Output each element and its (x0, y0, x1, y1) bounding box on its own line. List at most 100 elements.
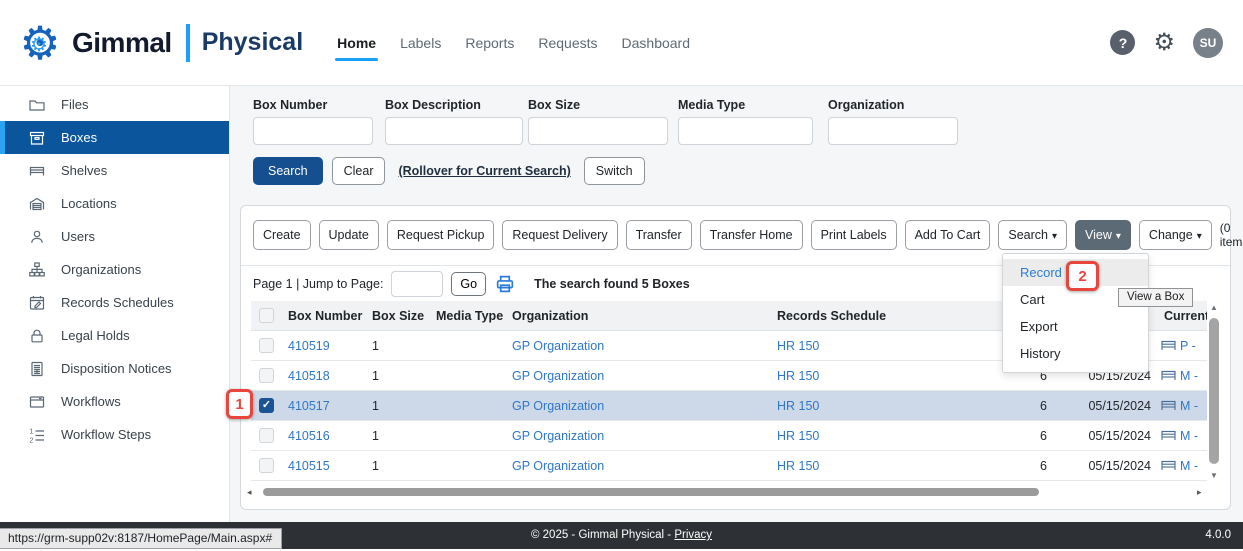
nav-requests[interactable]: Requests (538, 35, 597, 55)
records-schedule-link[interactable]: HR 150 (770, 399, 985, 413)
organization-input[interactable] (828, 117, 958, 145)
switch-button[interactable]: Switch (584, 157, 645, 185)
field-label-media-type: Media Type (678, 98, 813, 112)
sidebar-item-shelves[interactable]: Shelves (0, 154, 229, 187)
rollover-current-search-link[interactable]: (Rollover for Current Search) (398, 164, 570, 178)
scroll-right-icon[interactable]: ▸ (1197, 487, 1209, 498)
table-row[interactable]: 410516 1 GP Organization HR 150 6 05/15/… (251, 421, 1207, 451)
transfer-home-button[interactable]: Transfer Home (700, 220, 803, 250)
cart-link[interactable]: (0 items) (1220, 221, 1243, 249)
jump-to-page-input[interactable] (391, 271, 443, 297)
col-records-schedule[interactable]: Records Schedule (770, 309, 985, 323)
menu-item-export[interactable]: Export (1003, 313, 1148, 340)
svg-text:2: 2 (30, 437, 34, 444)
search-dropdown-button[interactable]: Search▾ (998, 220, 1067, 250)
box-size-cell: 1 (365, 369, 429, 383)
privacy-link[interactable]: Privacy (674, 529, 712, 541)
row-checkbox[interactable] (259, 338, 274, 353)
nav-dashboard[interactable]: Dashboard (622, 35, 691, 55)
organization-link[interactable]: GP Organization (505, 399, 770, 413)
print-icon[interactable] (494, 274, 516, 294)
clear-button[interactable]: Clear (332, 157, 386, 185)
shelf-location-icon (1161, 340, 1176, 351)
settings-gear-icon[interactable]: ⚙ (1153, 31, 1175, 55)
current-location-link[interactable]: M - (1180, 429, 1198, 443)
current-location-link[interactable]: P - (1180, 339, 1196, 353)
request-delivery-button[interactable]: Request Delivery (502, 220, 617, 250)
update-button[interactable]: Update (319, 220, 379, 250)
sidebar-item-locations[interactable]: Locations (0, 187, 229, 220)
scroll-left-icon[interactable]: ◂ (247, 487, 259, 498)
box-number-link[interactable]: 410515 (281, 459, 365, 473)
records-schedule-link[interactable]: HR 150 (770, 459, 985, 473)
menu-item-history[interactable]: History (1003, 340, 1148, 367)
box-icon (28, 129, 46, 147)
user-avatar[interactable]: SU (1193, 28, 1223, 58)
box-number-link[interactable]: 410518 (281, 369, 365, 383)
row-checkbox[interactable] (259, 458, 274, 473)
row-checkbox-checked[interactable]: ✓ (259, 398, 274, 413)
organization-link[interactable]: GP Organization (505, 369, 770, 383)
folder-icon (28, 96, 46, 114)
vertical-scrollbar[interactable]: ▲ ▼ (1207, 301, 1221, 486)
horizontal-scroll-thumb[interactable] (263, 488, 1039, 496)
nav-reports[interactable]: Reports (465, 35, 514, 55)
table-row[interactable]: 410515 1 GP Organization HR 150 6 05/15/… (251, 451, 1207, 481)
box-size-input[interactable] (528, 117, 668, 145)
go-button[interactable]: Go (451, 272, 486, 296)
add-to-cart-button[interactable]: Add To Cart (905, 220, 991, 250)
col-media-type[interactable]: Media Type (429, 309, 505, 323)
nav-labels[interactable]: Labels (400, 35, 441, 55)
organization-link[interactable]: GP Organization (505, 429, 770, 443)
sidebar-item-legal-holds[interactable]: Legal Holds (0, 319, 229, 352)
vertical-scroll-thumb[interactable] (1209, 318, 1219, 464)
box-number-link[interactable]: 410516 (281, 429, 365, 443)
change-dropdown-button[interactable]: Change▾ (1139, 220, 1212, 250)
main-nav: Home Labels Reports Requests Dashboard (337, 35, 690, 55)
view-dropdown-button[interactable]: View▾ (1075, 220, 1131, 250)
select-all-checkbox[interactable] (259, 308, 274, 323)
transfer-button[interactable]: Transfer (626, 220, 692, 250)
print-labels-button[interactable]: Print Labels (811, 220, 897, 250)
organization-link[interactable]: GP Organization (505, 339, 770, 353)
app-logo[interactable]: ⚙⚙ Gimmal Physical (16, 19, 303, 67)
sidebar-item-disposition-notices[interactable]: Disposition Notices (0, 352, 229, 385)
sidebar-item-users[interactable]: Users (0, 220, 229, 253)
records-schedule-link[interactable]: HR 150 (770, 369, 985, 383)
sidebar-item-workflows[interactable]: Workflows (0, 385, 229, 418)
sidebar-item-organizations[interactable]: Organizations (0, 253, 229, 286)
caret-down-icon: ▾ (1116, 231, 1121, 242)
current-location-link[interactable]: M - (1180, 399, 1198, 413)
box-description-input[interactable] (385, 117, 523, 145)
row-checkbox[interactable] (259, 368, 274, 383)
sidebar-item-workflow-steps[interactable]: 12 Workflow Steps (0, 418, 229, 451)
col-current[interactable]: Current (1157, 309, 1207, 323)
sidebar-item-files[interactable]: Files (0, 88, 229, 121)
cart-count: (0 items) (1220, 221, 1243, 249)
request-pickup-button[interactable]: Request Pickup (387, 220, 495, 250)
col-organization[interactable]: Organization (505, 309, 770, 323)
box-number-link[interactable]: 410519 (281, 339, 365, 353)
current-location-link[interactable]: M - (1180, 459, 1198, 473)
box-number-link[interactable]: 410517 (281, 399, 365, 413)
help-icon[interactable]: ? (1110, 30, 1135, 55)
scroll-up-icon[interactable]: ▲ (1207, 303, 1221, 312)
records-schedule-link[interactable]: HR 150 (770, 429, 985, 443)
sidebar-item-records-schedules[interactable]: Records Schedules (0, 286, 229, 319)
col-box-number[interactable]: Box Number (281, 309, 365, 323)
sidebar-item-label: Organizations (61, 262, 141, 277)
horizontal-scrollbar[interactable]: ◂ ▸ (247, 485, 1209, 499)
search-button[interactable]: Search (253, 157, 323, 185)
current-location-link[interactable]: M - (1180, 369, 1198, 383)
create-button[interactable]: Create (253, 220, 311, 250)
organization-link[interactable]: GP Organization (505, 459, 770, 473)
box-number-input[interactable] (253, 117, 373, 145)
media-type-input[interactable] (678, 117, 813, 145)
row-checkbox[interactable] (259, 428, 274, 443)
nav-home[interactable]: Home (337, 35, 376, 55)
col-box-size[interactable]: Box Size (365, 309, 429, 323)
sidebar-item-boxes[interactable]: Boxes (0, 121, 229, 154)
scroll-down-icon[interactable]: ▼ (1207, 471, 1221, 480)
records-schedule-link[interactable]: HR 150 (770, 339, 985, 353)
table-row-selected[interactable]: ✓ 410517 1 GP Organization HR 150 6 05/1… (251, 391, 1207, 421)
